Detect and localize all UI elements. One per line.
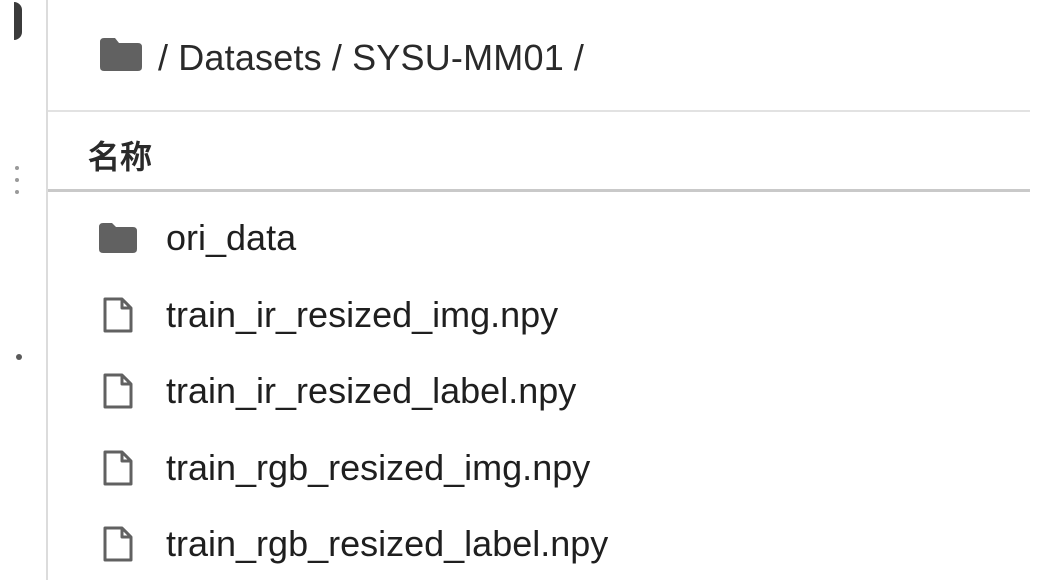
file-name: train_ir_resized_img.npy — [166, 293, 559, 335]
breadcrumb-separator: / — [331, 37, 343, 78]
left-sidebar — [0, 0, 46, 580]
file-name: ori_data — [166, 217, 297, 259]
divider — [48, 110, 1030, 112]
file-icon — [98, 524, 138, 564]
file-name: train_ir_resized_label.npy — [166, 370, 577, 412]
sidebar-collapse-handle[interactable] — [14, 2, 22, 40]
file-list: ori_data train_ir_resized_img.npy train_… — [98, 200, 608, 580]
resize-grip-dot — [15, 178, 19, 182]
resize-grip-dot — [15, 190, 19, 194]
file-icon — [98, 295, 138, 335]
file-browser: / Datasets / SYSU-MM01 / 名称 ori_data tra… — [0, 0, 1046, 580]
list-item[interactable]: train_rgb_resized_label.npy — [98, 506, 608, 580]
list-item[interactable]: ori_data — [98, 200, 608, 277]
breadcrumb-item-datasets[interactable]: Datasets — [178, 37, 322, 79]
resize-grip-dot — [15, 166, 19, 170]
file-icon — [98, 371, 138, 411]
list-item[interactable]: train_ir_resized_img.npy — [98, 277, 608, 354]
divider — [48, 189, 1030, 192]
list-item[interactable]: train_rgb_resized_img.npy — [98, 430, 608, 507]
breadcrumb-item-sysu-mm01[interactable]: SYSU-MM01 — [352, 37, 564, 79]
sidebar-indicator-dot — [16, 354, 22, 360]
breadcrumb: / Datasets / SYSU-MM01 / — [98, 32, 594, 84]
file-name: train_rgb_resized_label.npy — [166, 523, 609, 565]
file-name: train_rgb_resized_img.npy — [166, 446, 591, 488]
breadcrumb-separator: / — [573, 37, 585, 78]
list-item[interactable]: train_ir_resized_label.npy — [98, 353, 608, 430]
breadcrumb-separator: / — [158, 37, 169, 78]
folder-icon — [98, 218, 138, 258]
file-icon — [98, 448, 138, 488]
folder-icon[interactable] — [98, 36, 144, 81]
file-panel: / Datasets / SYSU-MM01 / 名称 ori_data tra… — [48, 0, 1030, 580]
column-header-name[interactable]: 名称 — [88, 132, 152, 178]
